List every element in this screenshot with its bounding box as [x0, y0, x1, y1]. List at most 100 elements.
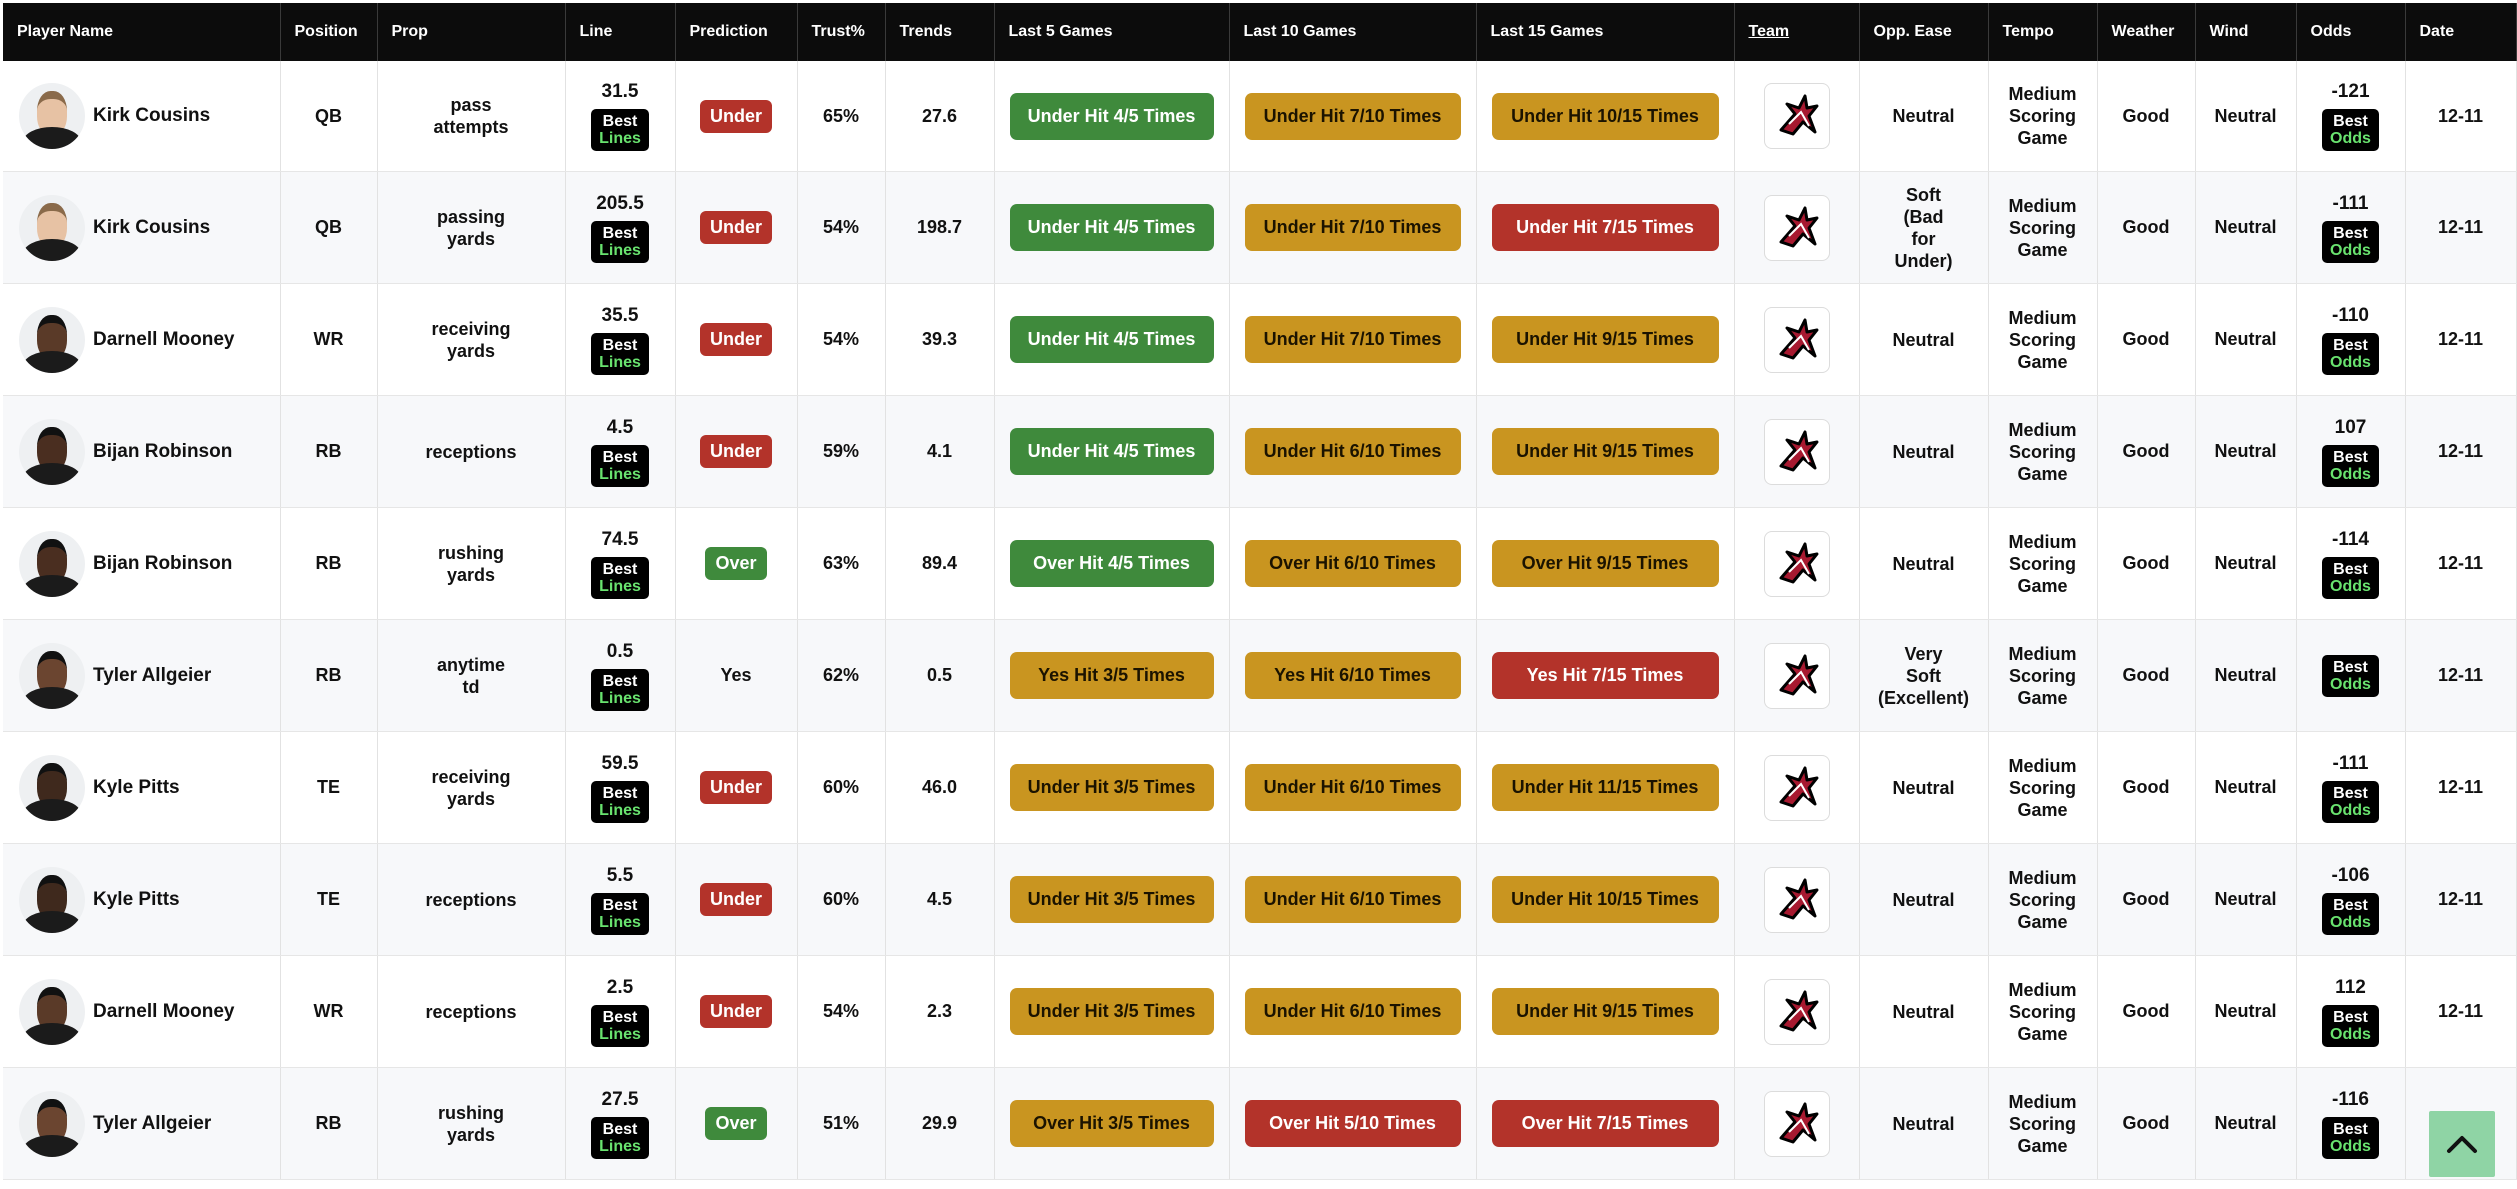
player-name[interactable]: Kirk Cousins: [93, 105, 210, 127]
header-weather[interactable]: Weather: [2097, 3, 2196, 61]
falcons-logo-icon[interactable]: [1763, 978, 1830, 1045]
last10-badge[interactable]: Under Hit 7/10 Times: [1244, 316, 1461, 363]
best-odds-button[interactable]: Best Odds: [2322, 444, 2379, 487]
last5-badge[interactable]: Over Hit 3/5 Times: [1009, 1100, 1214, 1147]
player-cell[interactable]: Bijan Robinson: [3, 507, 281, 620]
player-name[interactable]: Bijan Robinson: [93, 441, 232, 463]
player-cell[interactable]: Tyler Allgeier: [3, 619, 281, 732]
last5-badge[interactable]: Under Hit 3/5 Times: [1009, 876, 1214, 923]
player-cell[interactable]: Tyler Allgeier: [3, 1067, 281, 1180]
last15-badge[interactable]: Under Hit 9/15 Times: [1491, 988, 1719, 1035]
header-trends[interactable]: Trends: [885, 3, 995, 61]
falcons-logo-icon[interactable]: [1763, 642, 1830, 709]
header-last15[interactable]: Last 15 Games: [1476, 3, 1735, 61]
last15-badge[interactable]: Yes Hit 7/15 Times: [1491, 652, 1719, 699]
last5-badge[interactable]: Under Hit 4/5 Times: [1009, 316, 1214, 363]
player-cell[interactable]: Darnell Mooney: [3, 955, 281, 1068]
header-position[interactable]: Position: [280, 3, 378, 61]
player-cell[interactable]: Kyle Pitts: [3, 843, 281, 956]
last15-badge[interactable]: Over Hit 7/15 Times: [1491, 1100, 1719, 1147]
falcons-logo-icon[interactable]: [1763, 194, 1830, 261]
scroll-to-top-button[interactable]: [2429, 1111, 2495, 1177]
last5-badge[interactable]: Under Hit 4/5 Times: [1009, 204, 1214, 251]
last15-badge[interactable]: Under Hit 11/15 Times: [1491, 764, 1719, 811]
header-line[interactable]: Line: [565, 3, 676, 61]
header-odds[interactable]: Odds: [2296, 3, 2406, 61]
last10-badge[interactable]: Yes Hit 6/10 Times: [1244, 652, 1461, 699]
player-name[interactable]: Kyle Pitts: [93, 889, 180, 911]
header-prop[interactable]: Prop: [377, 3, 566, 61]
player-name[interactable]: Kirk Cousins: [93, 217, 210, 239]
last10-badge[interactable]: Under Hit 6/10 Times: [1244, 764, 1461, 811]
last15-badge[interactable]: Under Hit 7/15 Times: [1491, 204, 1719, 251]
header-trust[interactable]: Trust%: [797, 3, 886, 61]
falcons-logo-icon[interactable]: [1763, 754, 1830, 821]
last15-badge[interactable]: Under Hit 10/15 Times: [1491, 92, 1719, 140]
best-lines-button[interactable]: Best Lines: [591, 556, 649, 599]
table-row[interactable]: Bijan Robinson RB rushing yards 74.5 Best Line…: [3, 507, 2517, 620]
player-name[interactable]: Kyle Pitts: [93, 777, 180, 799]
last10-badge[interactable]: Under Hit 6/10 Times: [1244, 876, 1461, 923]
falcons-logo-icon[interactable]: [1763, 866, 1830, 933]
player-cell[interactable]: Kyle Pitts: [3, 731, 281, 844]
player-name[interactable]: Bijan Robinson: [93, 553, 232, 575]
last5-badge[interactable]: Under Hit 3/5 Times: [1009, 988, 1214, 1035]
best-lines-button[interactable]: Best Lines: [591, 1116, 649, 1159]
best-odds-button[interactable]: Best Odds: [2322, 780, 2379, 823]
player-name[interactable]: Tyler Allgeier: [93, 665, 211, 687]
player-name[interactable]: Darnell Mooney: [93, 1001, 234, 1023]
header-team-link[interactable]: Team: [1749, 23, 1790, 40]
table-row[interactable]: Bijan Robinson RB receptions 4.5 Best Lines Un…: [3, 395, 2517, 508]
best-lines-button[interactable]: Best Lines: [591, 780, 649, 823]
last10-badge[interactable]: Under Hit 6/10 Times: [1244, 428, 1461, 475]
best-odds-button[interactable]: Best Odds: [2322, 332, 2379, 375]
best-lines-button[interactable]: Best Lines: [591, 332, 649, 375]
last5-badge[interactable]: Yes Hit 3/5 Times: [1009, 652, 1214, 699]
last15-badge[interactable]: Over Hit 9/15 Times: [1491, 540, 1719, 587]
table-row[interactable]: Tyler Allgeier RB anytime td 0.5 Best Lines Yes…: [3, 619, 2517, 732]
table-row[interactable]: Kyle Pitts TE receiving yards 59.5 Best Lines U…: [3, 731, 2517, 844]
best-odds-button[interactable]: Best Odds: [2322, 654, 2379, 697]
last5-badge[interactable]: Under Hit 4/5 Times: [1009, 92, 1214, 140]
falcons-logo-icon[interactable]: [1763, 306, 1830, 373]
header-team[interactable]: Team: [1734, 3, 1860, 61]
best-lines-button[interactable]: Best Lines: [591, 109, 649, 151]
best-odds-button[interactable]: Best Odds: [2322, 1004, 2379, 1047]
last10-badge[interactable]: Under Hit 7/10 Times: [1244, 92, 1461, 140]
best-lines-button[interactable]: Best Lines: [591, 444, 649, 487]
best-odds-button[interactable]: Best Odds: [2322, 1116, 2379, 1159]
best-odds-button[interactable]: Best Odds: [2322, 556, 2379, 599]
table-row[interactable]: Kirk Cousins QB pass attempts 31.5 Best Lines U…: [3, 61, 2517, 172]
falcons-logo-icon[interactable]: [1763, 530, 1830, 597]
player-name[interactable]: Tyler Allgeier: [93, 1113, 211, 1135]
last15-badge[interactable]: Under Hit 9/15 Times: [1491, 428, 1719, 475]
last5-badge[interactable]: Over Hit 4/5 Times: [1009, 540, 1214, 587]
header-tempo[interactable]: Tempo: [1988, 3, 2098, 61]
last5-badge[interactable]: Under Hit 4/5 Times: [1009, 428, 1214, 475]
header-last10[interactable]: Last 10 Games: [1229, 3, 1477, 61]
falcons-logo-icon[interactable]: [1763, 418, 1830, 485]
falcons-logo-icon[interactable]: [1763, 83, 1830, 149]
last10-badge[interactable]: Under Hit 7/10 Times: [1244, 204, 1461, 251]
header-prediction[interactable]: Prediction: [675, 3, 798, 61]
best-lines-button[interactable]: Best Lines: [591, 1004, 649, 1047]
header-opp-ease[interactable]: Opp. Ease: [1859, 3, 1989, 61]
player-cell[interactable]: Darnell Mooney: [3, 283, 281, 396]
player-cell[interactable]: Bijan Robinson: [3, 395, 281, 508]
best-odds-button[interactable]: Best Odds: [2322, 892, 2379, 935]
best-lines-button[interactable]: Best Lines: [591, 892, 649, 935]
last10-badge[interactable]: Over Hit 5/10 Times: [1244, 1100, 1461, 1147]
table-row[interactable]: Kyle Pitts TE receptions 5.5 Best Lines Under 6…: [3, 843, 2517, 956]
header-last5[interactable]: Last 5 Games: [994, 3, 1230, 61]
header-player-name[interactable]: Player Name: [3, 3, 281, 61]
header-wind[interactable]: Wind: [2195, 3, 2297, 61]
table-row[interactable]: Tyler Allgeier RB rushing yards 27.5 Best Line…: [3, 1067, 2517, 1180]
last10-badge[interactable]: Under Hit 6/10 Times: [1244, 988, 1461, 1035]
best-odds-button[interactable]: Best Odds: [2322, 220, 2379, 263]
best-odds-button[interactable]: Best Odds: [2322, 109, 2379, 151]
last5-badge[interactable]: Under Hit 3/5 Times: [1009, 764, 1214, 811]
last15-badge[interactable]: Under Hit 9/15 Times: [1491, 316, 1719, 363]
player-cell[interactable]: Kirk Cousins: [3, 171, 281, 284]
falcons-logo-icon[interactable]: [1763, 1090, 1830, 1157]
best-lines-button[interactable]: Best Lines: [591, 668, 649, 711]
